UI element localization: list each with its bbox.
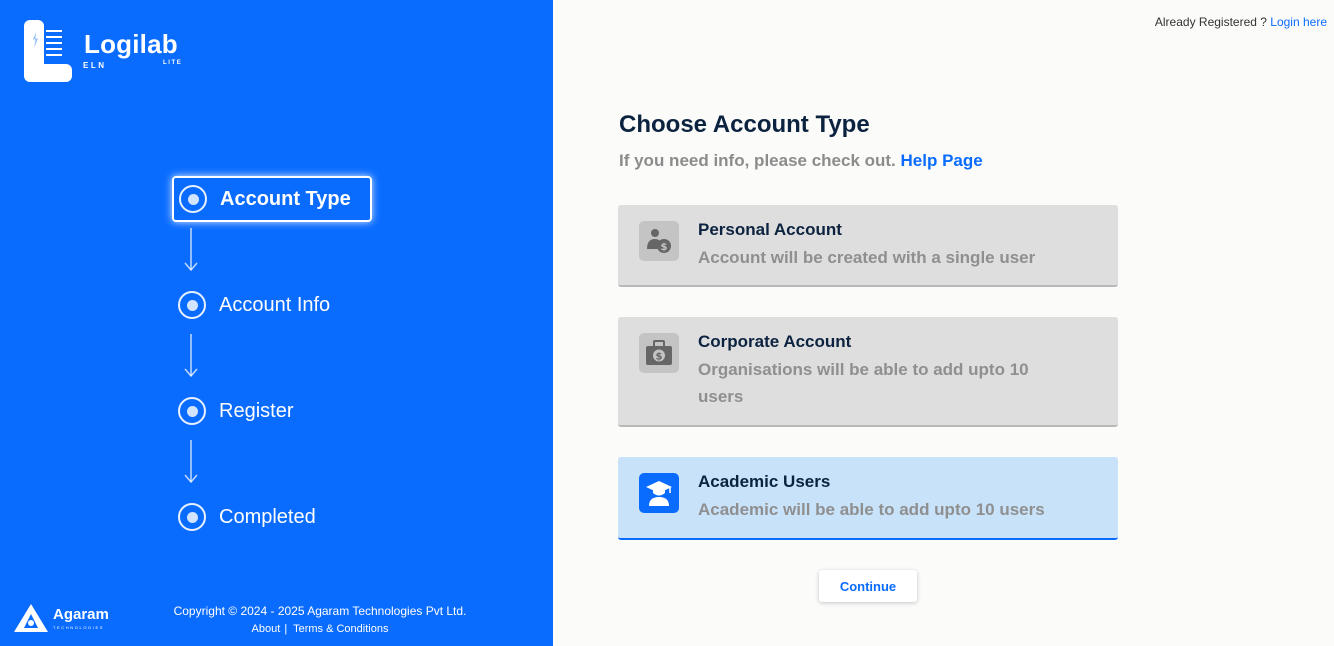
about-link[interactable]: About [252, 623, 281, 635]
help-page-link[interactable]: Help Page [901, 151, 983, 170]
footer-separator: | [284, 623, 288, 635]
card-title: Personal Account [698, 220, 842, 239]
step-dot-icon [178, 503, 206, 531]
step-label: Register [219, 399, 294, 422]
sidebar-panel: Logilab ELN LITE Account Type Account In… [0, 0, 553, 646]
step-register[interactable]: Register [172, 388, 293, 434]
step-dot-icon [178, 291, 206, 319]
card-description: Organisations will be able to add upto 1… [698, 360, 1029, 406]
account-card-academic[interactable]: Academic Users Academic will be able to … [618, 457, 1118, 540]
briefcase-dollar-icon: $ [639, 333, 679, 373]
arrow-down-icon [184, 440, 198, 484]
svg-text:$: $ [656, 352, 663, 363]
login-prompt: Already Registered ? Login here [1155, 15, 1327, 29]
terms-link[interactable]: Terms & Conditions [293, 623, 388, 635]
logilab-logo-icon [24, 20, 72, 82]
brand-sub: ELN [83, 61, 107, 70]
brand-edition: LITE [163, 60, 183, 66]
continue-button[interactable]: Continue [819, 570, 917, 602]
graduate-icon [639, 473, 679, 513]
step-label: Account Info [219, 293, 331, 316]
page-title: Choose Account Type [619, 111, 870, 138]
copyright-text: Copyright © 2024 - 2025 Agaram Technolog… [173, 604, 467, 618]
brand-name: Logilab [84, 29, 178, 59]
footer-links: About | Terms & Conditions [120, 623, 520, 635]
already-registered-text: Already Registered ? [1154, 15, 1267, 29]
person-dollar-icon: $ [639, 221, 679, 261]
agaram-sub: TECHNOLOGIES [53, 625, 104, 630]
page-subtitle: If you need info, please check out. Help… [619, 151, 983, 171]
step-account-type[interactable]: Account Type [172, 176, 372, 222]
arrow-down-icon [184, 334, 198, 378]
card-title: Corporate Account [698, 332, 852, 351]
svg-text:$: $ [661, 242, 668, 253]
agaram-logo: Agaram TECHNOLOGIES [14, 602, 114, 639]
arrow-down-icon [184, 228, 198, 272]
login-link[interactable]: Login here [1270, 15, 1327, 29]
step-completed[interactable]: Completed [172, 494, 316, 540]
subtitle-text: If you need info, please check out. [619, 151, 896, 170]
brand-logo: Logilab ELN LITE [24, 20, 194, 82]
account-card-personal[interactable]: $ Personal Account Account will be creat… [618, 205, 1118, 287]
step-account-info[interactable]: Account Info [172, 282, 330, 328]
step-dot-icon [179, 185, 207, 213]
step-dot-icon [178, 397, 206, 425]
card-title: Academic Users [698, 472, 831, 491]
card-description: Account will be created with a single us… [698, 248, 1036, 267]
card-description: Academic will be able to add upto 10 use… [698, 500, 1045, 519]
step-label: Completed [219, 505, 316, 528]
account-card-corporate[interactable]: $ Corporate Account Organisations will b… [618, 317, 1118, 427]
step-label: Account Type [220, 187, 351, 210]
agaram-name: Agaram [53, 606, 109, 623]
